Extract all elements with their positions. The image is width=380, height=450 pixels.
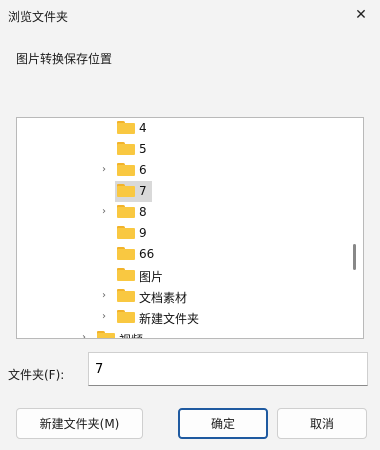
tree-item-label: 5 — [139, 142, 147, 156]
tree-item-label: 文档素材 — [139, 291, 188, 305]
tree-item[interactable]: › 6 — [17, 160, 349, 181]
chevron-right-icon[interactable]: › — [99, 311, 109, 322]
close-icon[interactable]: ✕ — [342, 0, 380, 30]
dialog-titlebar: 浏览文件夹 ✕ — [0, 0, 380, 30]
folder-icon — [117, 310, 135, 323]
tree-item[interactable]: › 新建文件夹 — [17, 307, 349, 328]
tree-item[interactable]: 7 — [17, 181, 349, 202]
folder-icon — [117, 163, 135, 176]
tree-item[interactable]: 66 — [17, 244, 349, 265]
tree-item[interactable]: › 文档素材 — [17, 286, 349, 307]
folder-icon — [117, 121, 135, 134]
tree-item[interactable]: 9 — [17, 223, 349, 244]
tree-item-label: 4 — [139, 121, 147, 135]
folder-icon — [117, 268, 135, 281]
folder-icon — [117, 226, 135, 239]
folder-name-input[interactable] — [88, 352, 368, 386]
dialog-description: 图片转换保存位置 — [16, 52, 113, 66]
ok-button[interactable]: 确定 — [178, 408, 268, 439]
tree-item-label: 8 — [139, 205, 147, 219]
folder-field-label: 文件夹(F): — [8, 368, 65, 382]
tree-item-label: 7 — [139, 184, 147, 198]
chevron-right-icon[interactable]: › — [99, 290, 109, 301]
new-folder-button[interactable]: 新建文件夹(M) — [16, 408, 143, 439]
folder-icon — [117, 205, 135, 218]
dialog-title: 浏览文件夹 — [8, 10, 69, 24]
cancel-button[interactable]: 取消 — [277, 408, 367, 439]
tree-item-label: 66 — [139, 247, 155, 261]
folder-icon — [117, 142, 135, 155]
tree-item[interactable]: › 8 — [17, 202, 349, 223]
scrollbar-thumb[interactable] — [353, 244, 356, 270]
folder-icon — [117, 247, 135, 260]
tree-item-label: 6 — [139, 163, 147, 177]
folder-icon — [117, 184, 135, 197]
folder-tree[interactable]: 45›67›8966图片›文档素材›新建文件夹›视频 — [16, 117, 364, 339]
tree-item-label: 视频 — [119, 331, 143, 338]
chevron-right-icon[interactable]: › — [99, 164, 109, 175]
chevron-right-icon[interactable]: › — [99, 206, 109, 217]
tree-item-label: 新建文件夹 — [139, 312, 200, 326]
tree-item[interactable]: 图片 — [17, 265, 349, 286]
folder-icon — [97, 331, 115, 338]
tree-item-label: 9 — [139, 226, 147, 240]
folder-icon — [117, 289, 135, 302]
tree-item[interactable]: 5 — [17, 139, 349, 160]
tree-item[interactable]: › 视频 — [17, 328, 349, 338]
tree-item[interactable]: 4 — [17, 118, 349, 139]
tree-scrollbar[interactable] — [347, 118, 363, 338]
tree-item-label: 图片 — [139, 270, 164, 284]
chevron-right-icon[interactable]: › — [79, 332, 89, 338]
